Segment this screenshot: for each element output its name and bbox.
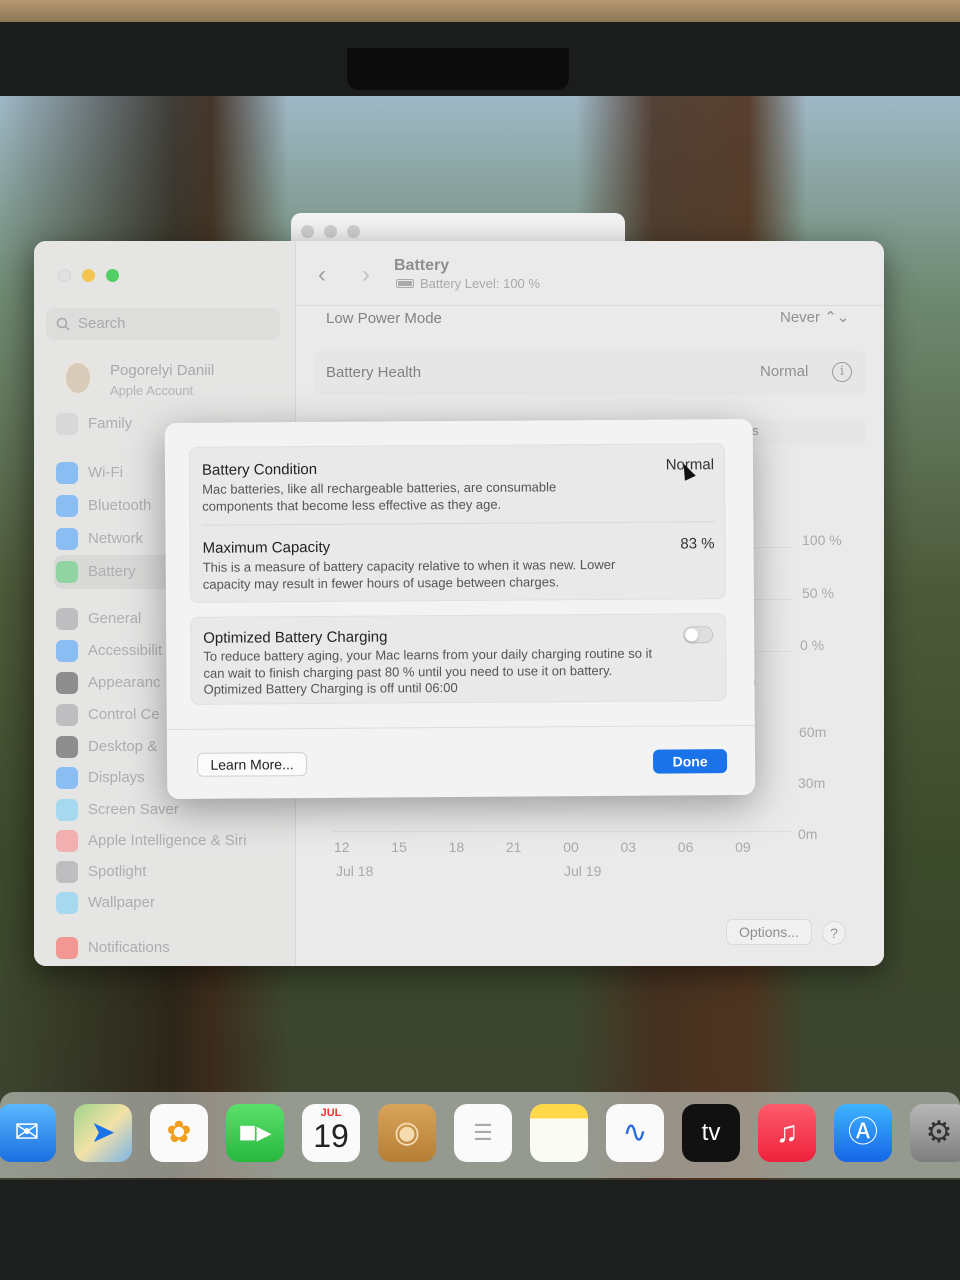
contacts-icon[interactable]: ◉: [378, 1104, 436, 1162]
music-icon[interactable]: ♫: [758, 1104, 816, 1162]
facetime-icon[interactable]: ■▸: [226, 1104, 284, 1162]
screen-bezel-bottom: [0, 1180, 960, 1280]
appletv-logo-icon: tv: [701, 1119, 721, 1146]
envelope-icon: ✉: [14, 1116, 40, 1149]
divider: [202, 521, 715, 526]
optimized-charging-description: To reduce battery aging, your Mac learns…: [203, 645, 653, 697]
flower-icon: ✿: [166, 1116, 192, 1149]
mail-icon[interactable]: ✉: [0, 1104, 56, 1162]
close-dot-icon: [301, 225, 314, 238]
battery-info-group: Battery Condition Normal Mac batteries, …: [188, 443, 726, 603]
toggle-knob: [685, 628, 699, 642]
appstore-a-icon: Ⓐ: [848, 1116, 878, 1149]
zoom-dot-icon: [347, 225, 360, 238]
maps-icon[interactable]: ➤: [74, 1104, 132, 1162]
maximum-capacity-value: 83 %: [680, 535, 715, 553]
learn-more-button[interactable]: Learn More...: [196, 752, 308, 777]
notes-icon[interactable]: [530, 1104, 588, 1162]
scribble-icon: ∿: [622, 1116, 648, 1149]
video-camera-icon: ■▸: [238, 1116, 272, 1149]
optimized-charging-toggle[interactable]: [683, 626, 714, 644]
calendar-icon[interactable]: JUL 19: [302, 1104, 360, 1162]
done-button[interactable]: Done: [652, 749, 728, 774]
maximum-capacity-description: This is a measure of battery capacity re…: [202, 556, 616, 592]
optimized-charging-title: Optimized Battery Charging: [203, 628, 388, 647]
minimize-dot-icon: [324, 225, 337, 238]
top-edge: [0, 0, 960, 22]
list-icon: ☰: [473, 1120, 493, 1145]
freeform-icon[interactable]: ∿: [606, 1104, 664, 1162]
navigation-arrow-icon: ➤: [90, 1116, 116, 1149]
music-note-icon: ♫: [775, 1116, 799, 1149]
reminders-icon[interactable]: ☰: [454, 1104, 512, 1162]
camera-notch: [347, 48, 569, 90]
battery-condition-title: Battery Condition: [201, 460, 318, 479]
photos-icon[interactable]: ✿: [150, 1104, 208, 1162]
gear-icon: ⚙: [925, 1116, 953, 1149]
optimized-charging-group: Optimized Battery Charging To reduce bat…: [190, 613, 727, 705]
battery-condition-description: Mac batteries, like all rechargeable bat…: [202, 479, 557, 514]
sheet-divider: [166, 724, 755, 731]
person-icon: ◉: [393, 1116, 421, 1149]
system-settings-icon[interactable]: ⚙: [910, 1104, 960, 1162]
maximum-capacity-title: Maximum Capacity: [202, 538, 331, 557]
appletv-icon[interactable]: tv: [682, 1104, 740, 1162]
appstore-icon[interactable]: Ⓐ: [834, 1104, 892, 1162]
calendar-day: 19: [313, 1118, 349, 1154]
battery-health-sheet: Battery Condition Normal Mac batteries, …: [164, 418, 756, 800]
